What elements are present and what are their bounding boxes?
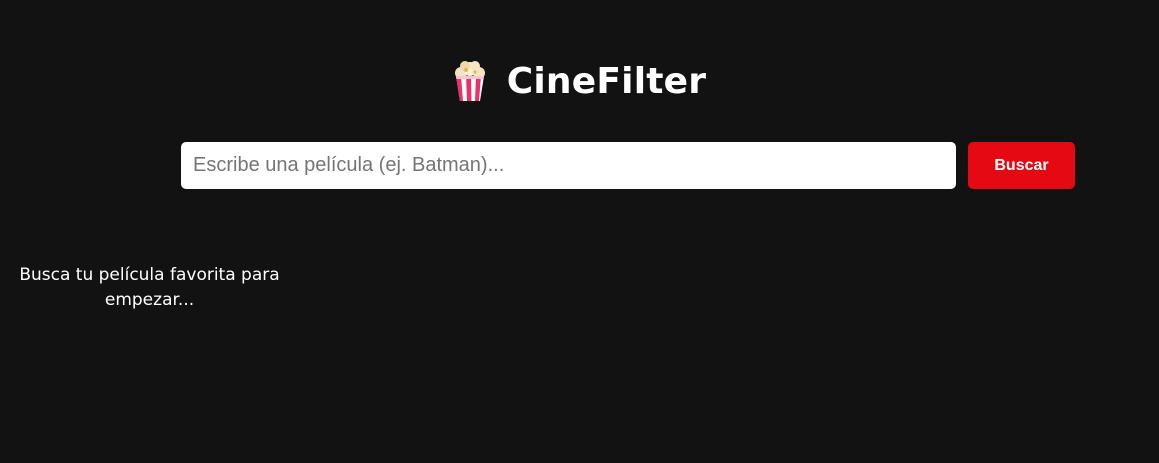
header: CineFilter <box>0 56 1159 106</box>
search-button[interactable]: Buscar <box>968 142 1075 189</box>
page: CineFilter Buscar Busca tu película favo… <box>0 0 1159 463</box>
empty-results-message: Busca tu película favorita para empezar.… <box>19 265 280 310</box>
popcorn-icon <box>453 60 487 102</box>
search-input[interactable] <box>181 142 956 189</box>
app-title: CineFilter <box>506 60 707 102</box>
